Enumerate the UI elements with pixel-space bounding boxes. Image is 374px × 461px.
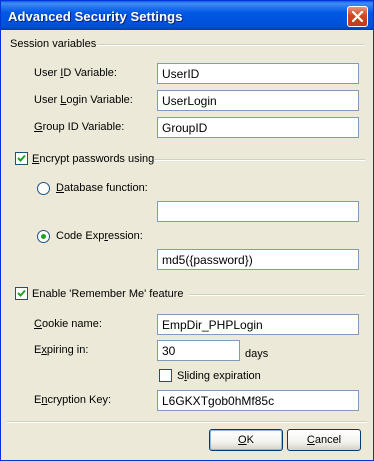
code-expression-radio[interactable]	[37, 230, 50, 243]
expiring-in-label: Expiring in:	[34, 344, 89, 356]
user-id-label: User ID Variable:	[34, 67, 117, 79]
ok-button[interactable]: OK	[209, 429, 283, 451]
group-id-label: Group ID Variable:	[34, 121, 125, 133]
remember-me-checkbox[interactable]	[15, 287, 28, 300]
sliding-expiration-checkbox[interactable]	[159, 369, 172, 382]
user-login-label: User Login Variable:	[34, 94, 133, 106]
group-id-field[interactable]: GroupID	[157, 117, 359, 138]
database-function-radio[interactable]	[37, 182, 50, 195]
encryption-key-field[interactable]: L6GKXTgob0hMf85c	[157, 390, 359, 411]
remember-divider	[189, 294, 365, 296]
buttons-divider	[7, 421, 367, 423]
close-icon	[352, 11, 363, 22]
user-login-field[interactable]: UserLogin	[157, 90, 359, 111]
days-label: days	[245, 348, 269, 360]
cookie-name-field[interactable]: EmpDir_PHPLogin	[157, 314, 359, 335]
checkmark-icon	[17, 289, 26, 297]
code-expression-label: Code Expression:	[56, 230, 143, 242]
user-id-field[interactable]: UserID	[157, 63, 359, 84]
encrypt-divider	[154, 159, 365, 161]
encrypt-passwords-checkbox[interactable]	[15, 152, 28, 165]
session-variables-heading: Session variables	[10, 38, 97, 50]
database-function-label: Database function:	[56, 182, 148, 194]
expiring-in-field[interactable]: 30	[157, 340, 240, 361]
database-function-field[interactable]	[157, 201, 359, 222]
sliding-expiration-label: Sliding expiration	[177, 370, 261, 382]
window-title: Advanced Security Settings	[8, 9, 183, 24]
cancel-button[interactable]: Cancel	[287, 429, 361, 451]
session-divider	[97, 44, 365, 46]
close-button[interactable]	[347, 6, 368, 27]
radio-selected-dot	[41, 234, 46, 239]
remember-me-label: Enable 'Remember Me' feature	[32, 288, 184, 300]
advanced-security-dialog: Advanced Security Settings Session varia…	[0, 0, 374, 461]
code-expression-field[interactable]: md5({password})	[157, 249, 359, 270]
encrypt-passwords-label: Encrypt passwords using	[32, 153, 155, 165]
encryption-key-label: Encryption Key:	[34, 394, 112, 406]
checkmark-icon	[17, 154, 26, 162]
title-bar[interactable]: Advanced Security Settings	[1, 1, 373, 30]
cookie-name-label: Cookie name:	[34, 318, 102, 330]
